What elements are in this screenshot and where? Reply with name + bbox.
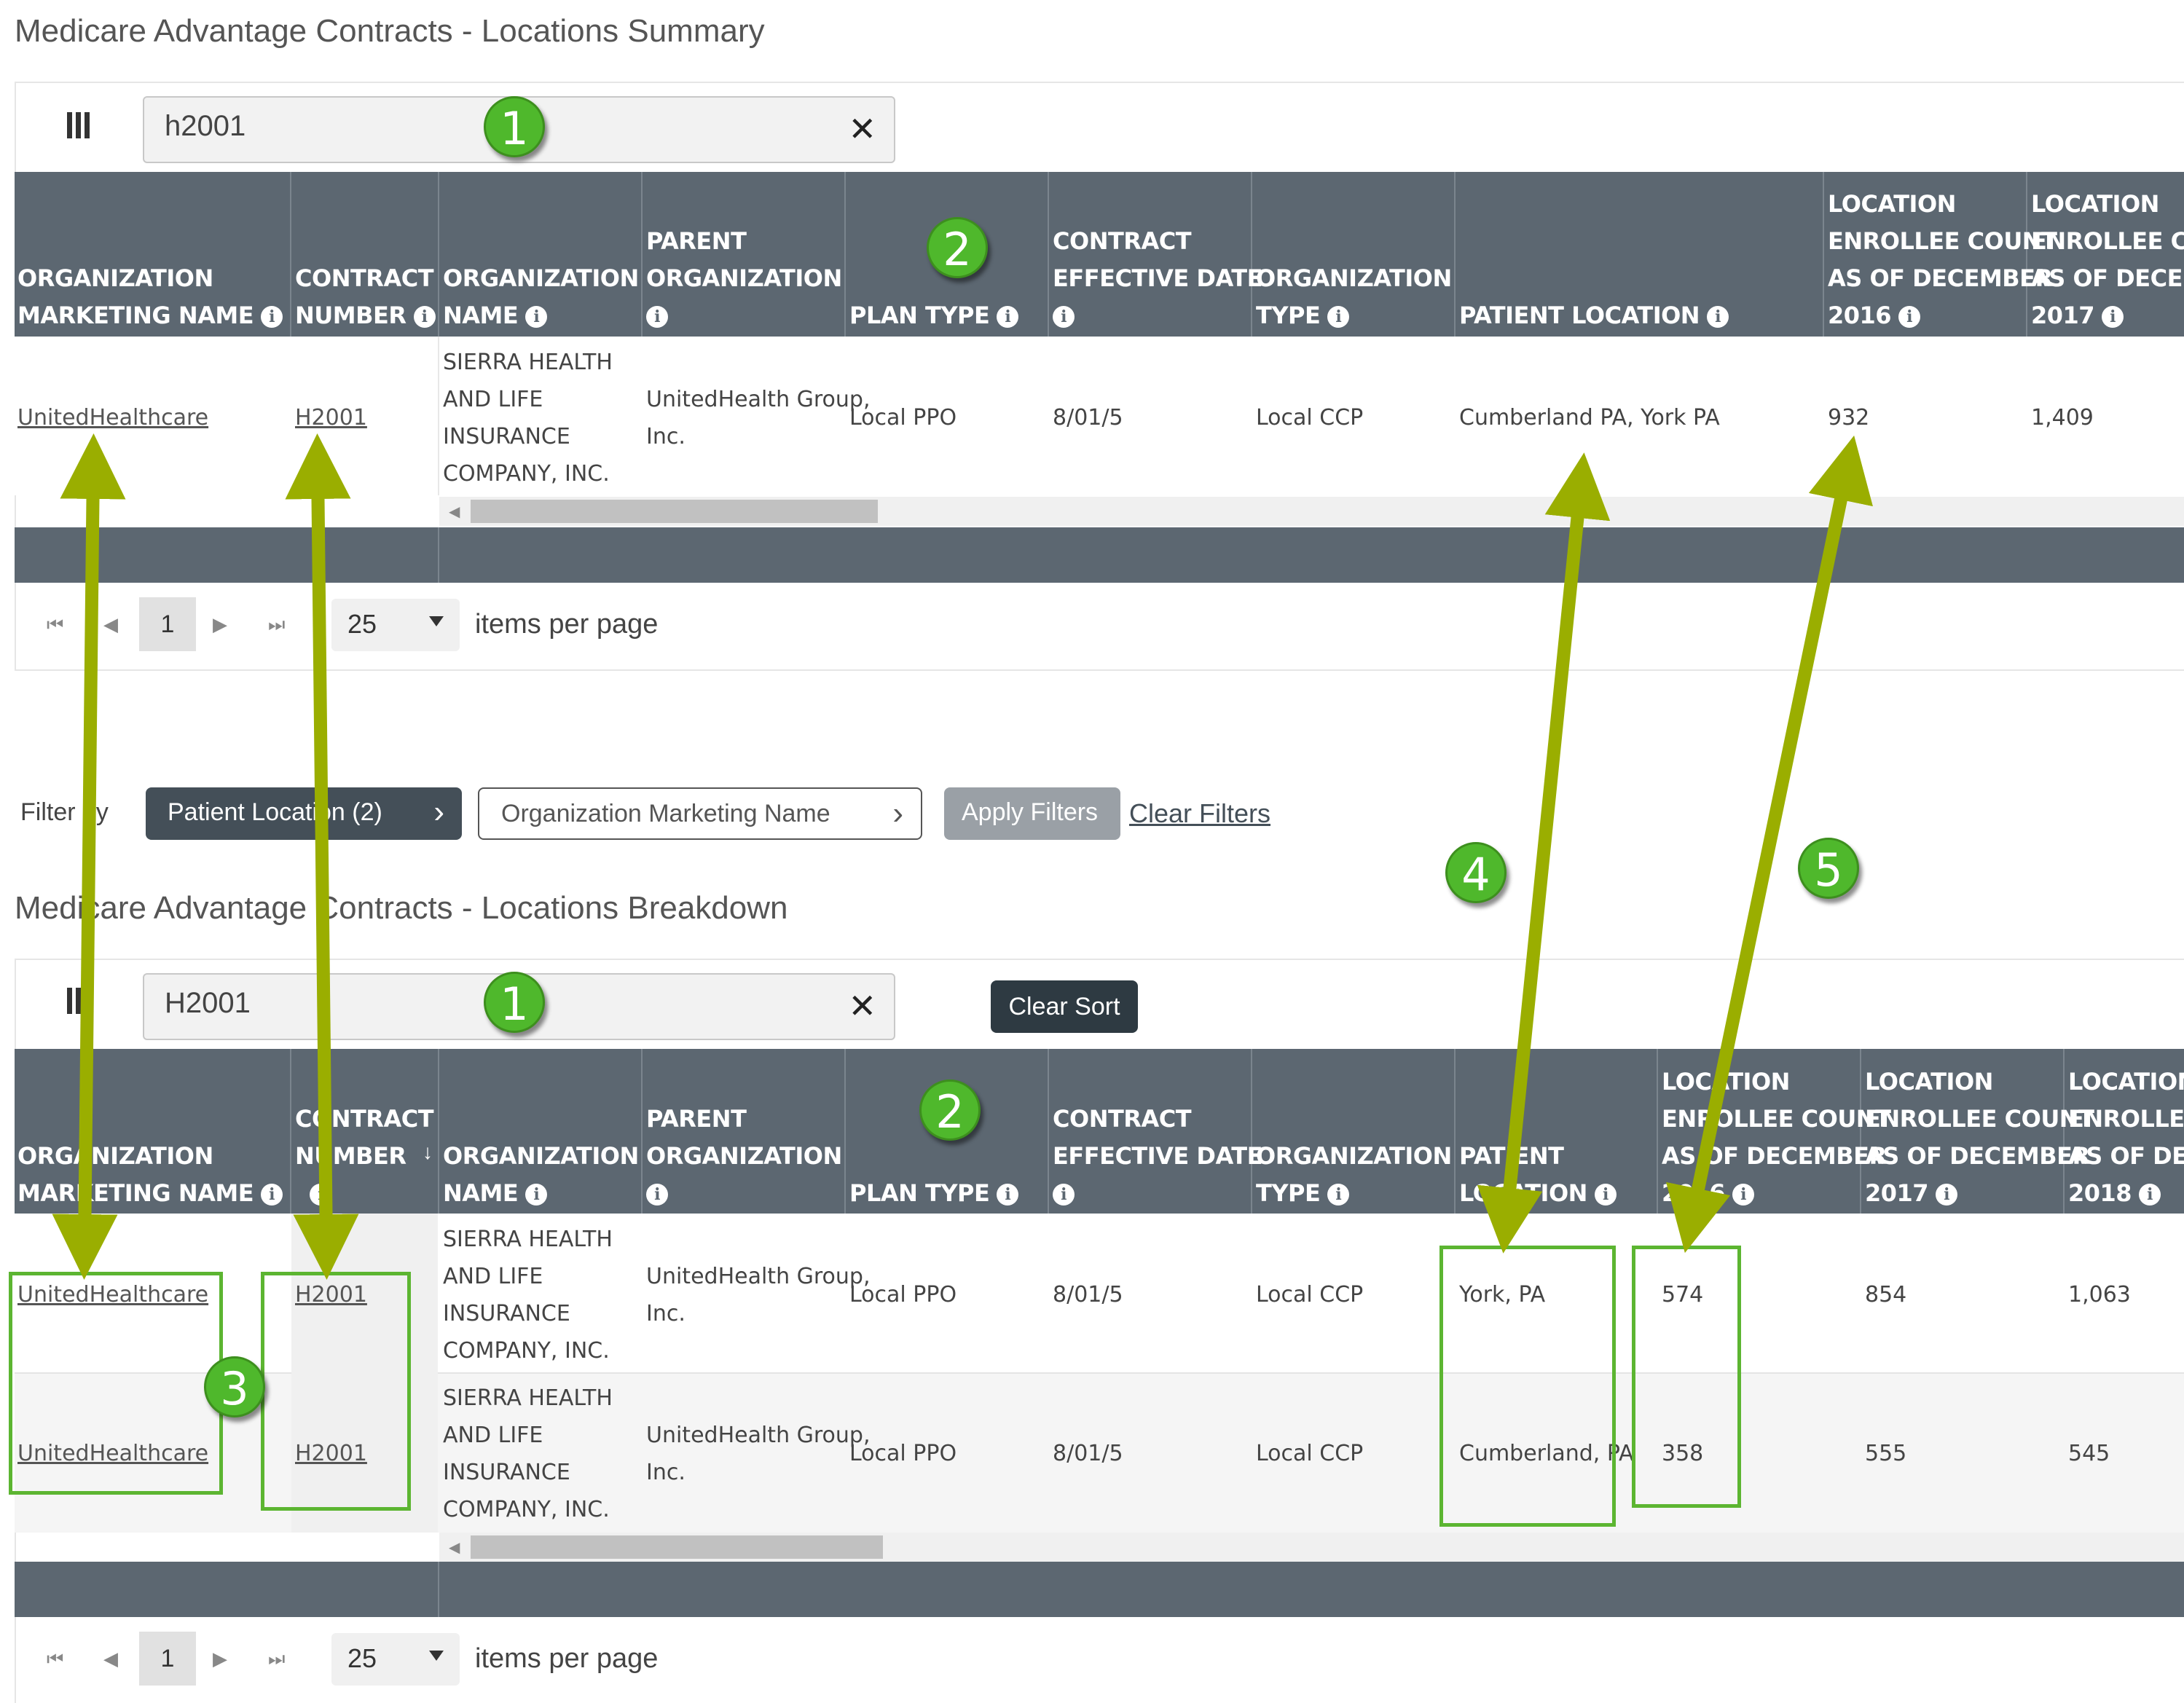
arrow-contract bbox=[285, 433, 359, 1280]
badge-5: 5 bbox=[1798, 838, 1859, 899]
badge-2: 2 bbox=[919, 1079, 981, 1141]
badge-2: 2 bbox=[927, 217, 988, 278]
badge-1: 1 bbox=[484, 96, 545, 157]
arrow-patient-location bbox=[1477, 452, 1611, 1254]
badge-3: 3 bbox=[204, 1356, 265, 1417]
badge-1: 1 bbox=[484, 972, 545, 1033]
badge-4: 4 bbox=[1445, 842, 1507, 903]
arrow-org-marketing bbox=[52, 433, 126, 1280]
annotation-arrows bbox=[52, 433, 1873, 1280]
